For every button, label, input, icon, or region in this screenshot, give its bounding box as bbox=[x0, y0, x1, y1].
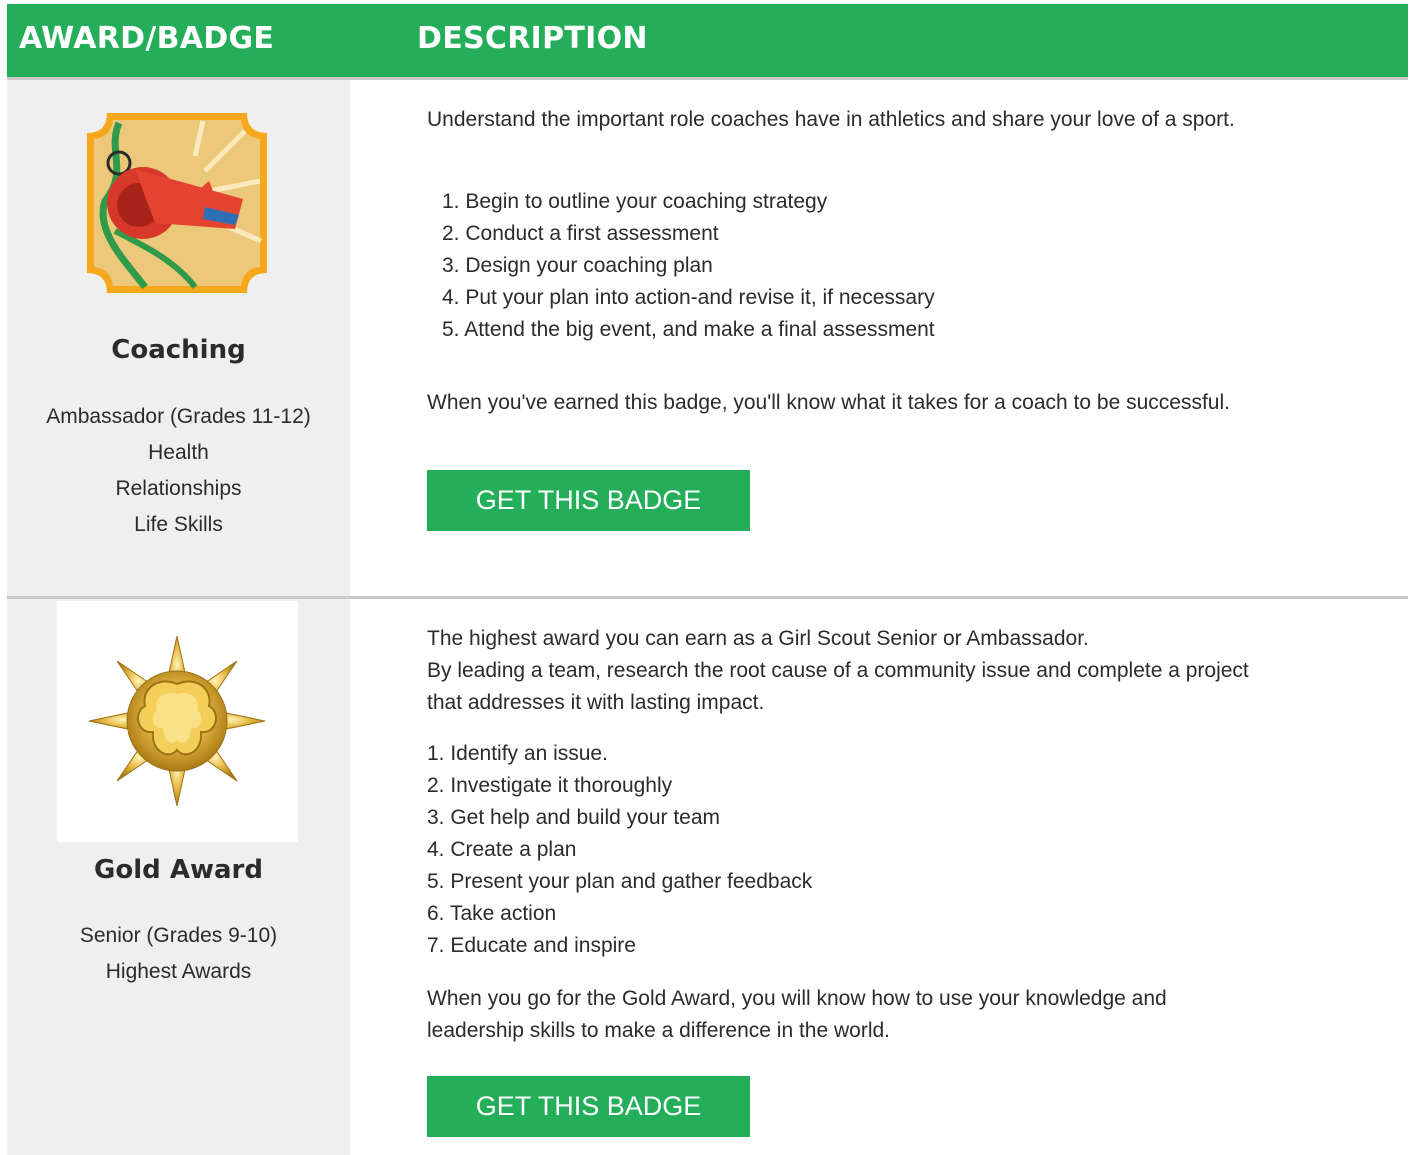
badge-meta-category: Highest Awards bbox=[105, 960, 252, 983]
badge-intro: Understand the important role coaches ha… bbox=[427, 108, 1235, 131]
badge-outro-line: leadership skills to make a difference i… bbox=[427, 1019, 891, 1042]
badge-step: 5. Present your plan and gather feedback bbox=[427, 870, 813, 893]
header-award-badge: AWARD/BADGE bbox=[19, 21, 275, 56]
badge-step: 1. Begin to outline your coaching strate… bbox=[442, 190, 828, 213]
badge-meta-level: Senior (Grades 9-10) bbox=[79, 924, 278, 947]
badge-name: Gold Award bbox=[94, 855, 263, 885]
badge-meta-category: Health bbox=[148, 441, 209, 464]
badge-step: 4. Create a plan bbox=[427, 838, 577, 861]
badge-meta-category: Relationships bbox=[115, 477, 242, 500]
gold-award-pin-icon bbox=[88, 636, 266, 806]
badge-steps: 1. Identify an issue. 2. Investigate it … bbox=[427, 738, 812, 962]
badge-meta-category: Life Skills bbox=[134, 513, 223, 536]
badge-step: 5. Attend the big event, and make a fina… bbox=[442, 318, 935, 341]
description-cell-coaching: Understand the important role coaches ha… bbox=[350, 80, 1408, 596]
badge-outro: When you've earned this badge, you'll kn… bbox=[427, 391, 1230, 414]
badge-steps: 1. Begin to outline your coaching strate… bbox=[442, 186, 935, 346]
badge-step: 3. Get help and build your team bbox=[427, 806, 721, 829]
badge-step: 3. Design your coaching plan bbox=[442, 254, 713, 277]
badge-meta-level: Ambassador (Grades 11-12) bbox=[46, 405, 311, 428]
badge-meta: Senior (Grades 9-10) Highest Awards bbox=[7, 918, 350, 990]
badge-step: 6. Take action bbox=[427, 902, 557, 925]
badge-step: 2. Investigate it thoroughly bbox=[427, 774, 673, 797]
badge-step: 7. Educate and inspire bbox=[427, 934, 636, 957]
badge-intro-line: that addresses it with lasting impact. bbox=[427, 691, 765, 714]
badge-intro-line: The highest award you can earn as a Girl… bbox=[427, 627, 1089, 650]
badge-meta: Ambassador (Grades 11-12) Health Relatio… bbox=[7, 399, 350, 543]
badge-cell-gold-award: Gold Award Senior (Grades 9-10) Highest … bbox=[7, 599, 350, 1155]
badge-outro: When you go for the Gold Award, you will… bbox=[427, 983, 1167, 1047]
get-this-badge-button[interactable]: GET THIS BADGE bbox=[427, 1076, 750, 1137]
description-cell-gold-award: The highest award you can earn as a Girl… bbox=[350, 599, 1408, 1155]
badge-cell-coaching: Coaching Ambassador (Grades 11-12) Healt… bbox=[7, 80, 350, 596]
badge-name: Coaching bbox=[111, 335, 246, 365]
badge-step: 4. Put your plan into action-and revise … bbox=[442, 286, 935, 309]
badge-table: AWARD/BADGE DESCRIPTION Coaching Ambassa… bbox=[7, 0, 1412, 1155]
get-this-badge-button[interactable]: GET THIS BADGE bbox=[427, 470, 750, 531]
badge-image-frame bbox=[57, 601, 298, 842]
table-row-coaching: Coaching Ambassador (Grades 11-12) Healt… bbox=[7, 80, 1408, 596]
badge-step: 1. Identify an issue. bbox=[427, 742, 608, 765]
table-row-gold-award: Gold Award Senior (Grades 9-10) Highest … bbox=[7, 599, 1408, 1155]
table-header: AWARD/BADGE DESCRIPTION bbox=[7, 4, 1408, 77]
header-description: DESCRIPTION bbox=[417, 21, 648, 56]
badge-step: 2. Conduct a first assessment bbox=[442, 222, 719, 245]
badge-outro-line: When you go for the Gold Award, you will… bbox=[427, 987, 1167, 1010]
coaching-whistle-badge-icon bbox=[87, 113, 267, 293]
badge-intro-line: By leading a team, research the root cau… bbox=[427, 659, 1249, 682]
badge-intro: The highest award you can earn as a Girl… bbox=[427, 623, 1249, 719]
